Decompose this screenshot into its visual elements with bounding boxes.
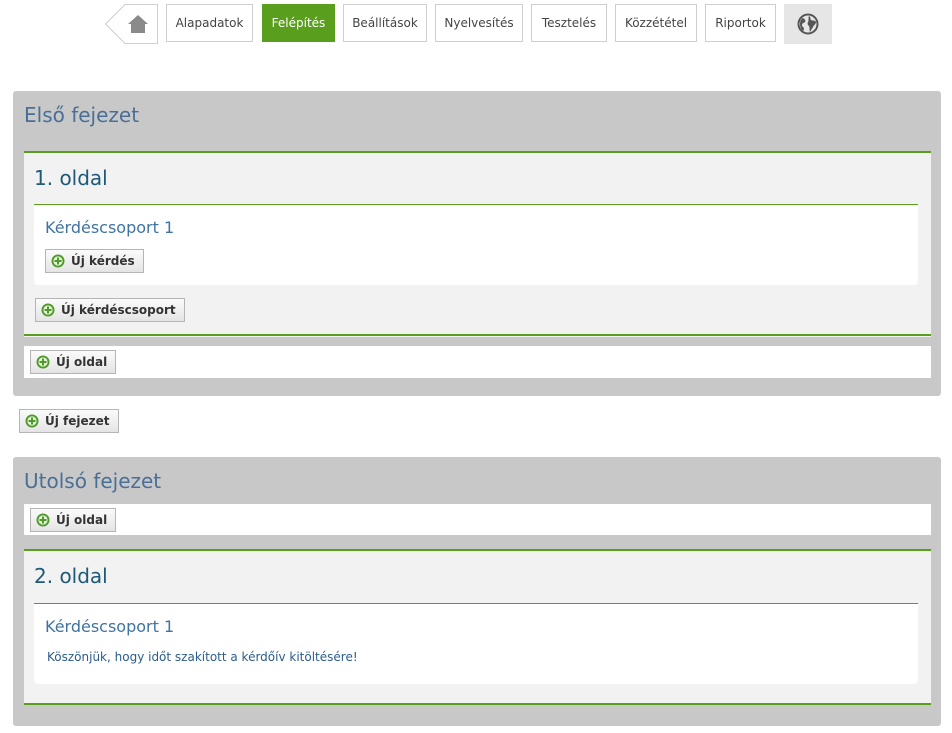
tab-riportok[interactable]: Riportok: [705, 4, 776, 42]
plus-circle-icon: [41, 303, 55, 317]
thank-you-text: Köszönjük, hogy időt szakított a kérdőív…: [47, 650, 358, 664]
chapter-title: Utolsó fejezet: [24, 469, 162, 493]
tab-alapadatok[interactable]: Alapadatok: [166, 4, 253, 42]
add-page-bar: Új oldal: [24, 504, 931, 535]
add-page-button[interactable]: Új oldal: [30, 350, 117, 374]
chapter-box: Utolsó fejezet Új oldal 2. oldal Kérdésc…: [13, 457, 941, 726]
add-page-label: Új oldal: [56, 513, 108, 527]
question-group-title: Kérdéscsoport 1: [45, 218, 175, 237]
plus-circle-icon: [36, 513, 50, 527]
home-icon: [105, 4, 158, 44]
add-page-button[interactable]: Új oldal: [30, 508, 117, 532]
page-block: 2. oldal Kérdéscsoport 1 Köszönjük, hogy…: [24, 549, 931, 703]
tab-beallitasok[interactable]: Beállítások: [343, 4, 427, 42]
add-question-group-label: Új kérdéscsoport: [61, 303, 176, 317]
survey-structure-page: Alapadatok Felépítés Beállítások Nyelves…: [0, 0, 952, 733]
home-button[interactable]: [105, 4, 158, 44]
globe-icon: [797, 13, 819, 35]
add-page-label: Új oldal: [56, 355, 108, 369]
chapter-title: Első fejezet: [24, 103, 140, 127]
tab-nyelvesites[interactable]: Nyelvesítés: [435, 4, 523, 42]
tab-teszteles[interactable]: Tesztelés: [531, 4, 607, 42]
add-question-label: Új kérdés: [71, 254, 135, 268]
page-title: 2. oldal: [34, 564, 108, 588]
divider: [24, 334, 931, 336]
tab-kozzetetel[interactable]: Közzététel: [615, 4, 697, 42]
question-group: Kérdéscsoport 1 Köszönjük, hogy időt sza…: [34, 603, 918, 684]
tab-felepites[interactable]: Felépítés: [262, 4, 335, 42]
add-chapter-label: Új fejezet: [45, 414, 110, 428]
page-title: 1. oldal: [34, 166, 108, 190]
add-question-group-button[interactable]: Új kérdéscsoport: [35, 298, 185, 322]
plus-circle-icon: [36, 355, 50, 369]
language-globe-button[interactable]: [784, 4, 832, 44]
question-group-title: Kérdéscsoport 1: [45, 617, 175, 636]
add-page-bar: Új oldal: [24, 346, 931, 378]
page-block: 1. oldal Kérdéscsoport 1 Új kérdés Új ké…: [24, 151, 931, 337]
plus-circle-icon: [51, 254, 65, 268]
divider: [24, 703, 931, 705]
question-group: Kérdéscsoport 1 Új kérdés: [34, 204, 918, 285]
chapter-box: Első fejezet 1. oldal Kérdéscsoport 1 Új…: [13, 91, 941, 396]
add-chapter-button[interactable]: Új fejezet: [19, 409, 119, 433]
add-question-button[interactable]: Új kérdés: [45, 249, 144, 273]
top-navigation: Alapadatok Felépítés Beállítások Nyelves…: [0, 4, 952, 44]
plus-circle-icon: [25, 414, 39, 428]
